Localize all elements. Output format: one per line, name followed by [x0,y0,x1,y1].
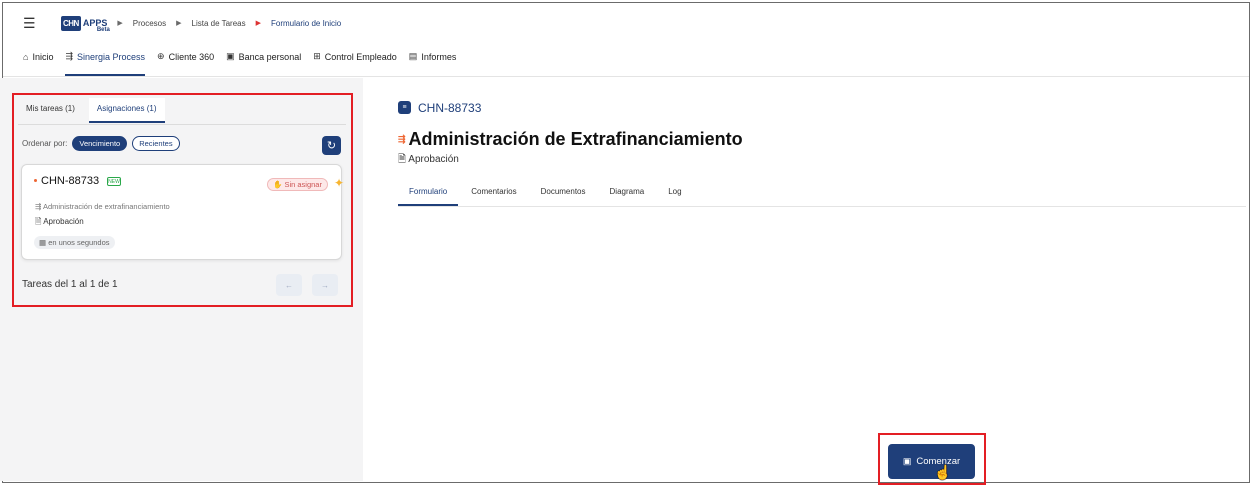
tab-diagrama[interactable]: Diagrama [599,187,656,206]
process-icon: ⇶ [35,202,42,211]
nav-label: Control Empleado [324,51,397,62]
page-subtitle-text: Aprobación [408,154,459,165]
nav-label: Informes [421,51,457,62]
breadcrumb-formulario-inicio: Formulario de Inicio [271,18,342,28]
sort-label: Ordenar por: [22,139,68,148]
refresh-button[interactable]: ↻ [322,136,341,155]
logo-mark: CHN [61,15,81,31]
employee-icon: ⊞ [313,51,321,61]
tab-asignaciones[interactable]: Asignaciones (1) [88,98,165,123]
logo-apps-text: APPS Beta [83,18,110,33]
app-logo[interactable]: CHN APPS Beta [61,15,110,33]
main-nav: ⌂ Inicio ⇶ Sinergia Process ⊕ Cliente 36… [3,43,1249,77]
nav-label: Banca personal [238,51,302,62]
top-bar: ☰ CHN APPS Beta ▶ Procesos ▶ Lista de Ta… [3,3,1249,43]
new-badge: NEW [107,177,121,186]
home-icon: ⌂ [23,52,29,62]
task-card-step-label: Aprobación [43,217,84,226]
document-icon: 🗎 [35,217,42,226]
next-page-button[interactable]: → [312,274,338,296]
nav-item-banca-personal[interactable]: ▣ Banca personal [220,51,307,76]
nav-label: Inicio [32,52,54,62]
nav-label: Sinergia Process [77,51,146,62]
tab-documentos[interactable]: Documentos [530,187,597,206]
tab-mis-tareas[interactable]: Mis tareas (1) [18,98,83,123]
unassigned-badge[interactable]: ✋ Sin asignar [267,178,328,191]
task-card-process-label: Administración de extrafinanciamiento [42,202,170,211]
sort-vencimiento-chip[interactable]: Vencimiento [72,136,128,151]
document-icon: 🗎 [398,154,407,165]
nav-item-cliente-360[interactable]: ⊕ Cliente 360 [151,51,220,76]
tab-formulario[interactable]: Formulario [398,187,459,206]
start-icon: ▣ [902,456,912,466]
task-card-id: CHN-88733 [41,175,100,187]
calendar-icon: ▦ [39,238,47,247]
content-tabs: Formulario Comentarios Documentos Diagra… [398,187,695,206]
pagination-text: Tareas del 1 al 1 de 1 [22,279,118,290]
page-title-text: Administración de Extrafinanciamiento [408,129,743,149]
hand-cursor-icon: ☝ [934,464,952,480]
breadcrumb-separator-icon: ▶ [117,20,123,27]
process-icon: ⇶ [398,134,406,144]
page-title: ⇶ Administración de Extrafinanciamiento [398,129,743,150]
breadcrumb-separator-icon: ▶ [176,20,182,27]
hamburger-icon[interactable]: ☰ [23,15,45,32]
tab-comentarios[interactable]: Comentarios [460,187,527,206]
sparkle-icon: ✦ [334,176,345,190]
logo-beta-label: Beta [96,27,110,33]
breadcrumb-lista-tareas[interactable]: Lista de Tareas [192,19,246,28]
task-card-time-label: en unos segundos [48,238,110,247]
task-card-step: 🗎 Aprobación [35,216,84,230]
process-icon: ⇶ [65,51,73,61]
task-tabs: Mis tareas (1) Asignaciones (1) [18,98,171,123]
content-tabs-divider [398,206,1246,207]
tab-log[interactable]: Log [657,187,692,206]
nav-item-sinergia-process[interactable]: ⇶ Sinergia Process [59,51,151,76]
task-card-time: ▦ en unos segundos [34,236,115,249]
report-icon: ▤ [408,51,418,61]
task-id: CHN-88733 [418,101,482,115]
nav-item-informes[interactable]: ▤ Informes [403,51,463,76]
nav-item-inicio[interactable]: ⌂ Inicio [17,52,59,76]
breadcrumb-procesos[interactable]: Procesos [133,19,166,28]
sort-row: Ordenar por: Vencimiento Recientes [22,136,180,151]
client-icon: ⊕ [157,51,165,61]
priority-dot-icon [34,179,37,182]
task-card-process: ⇶ Administración de extrafinanciamiento [35,202,170,211]
unassigned-label: Sin asignar [284,180,322,189]
tabs-divider [18,124,346,125]
hand-icon: ✋ [273,180,283,189]
task-id-icon: ≡ [398,101,411,114]
sort-recientes-chip[interactable]: Recientes [132,136,180,151]
refresh-icon: ↻ [326,140,337,152]
page-subtitle: 🗎 Aprobación [398,152,459,169]
task-card[interactable]: CHN-88733 NEW ✋ Sin asignar ✦ ⇶ Administ… [21,164,345,260]
prev-page-button[interactable]: ← [276,274,302,296]
nav-label: Cliente 360 [168,51,215,62]
bank-icon: ▣ [226,51,235,61]
nav-item-control-empleado[interactable]: ⊞ Control Empleado [307,51,403,76]
start-button[interactable]: ▣ Comenzar [888,444,975,479]
breadcrumb-separator-icon: ▶ [255,20,261,27]
